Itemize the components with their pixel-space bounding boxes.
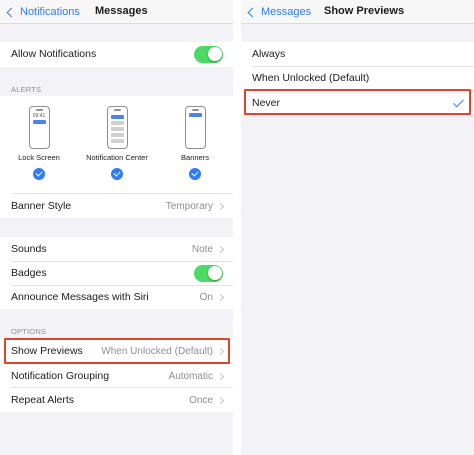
show-previews-value: When Unlocked (Default) [101,345,213,357]
lock-screen-time: 09:41 [32,113,46,119]
back-button-notifications[interactable]: Notifications [6,4,80,20]
notification-grouping-label: Notification Grouping [11,370,110,382]
badges-label: Badges [11,267,47,279]
alerts-header: ALERTS [11,85,42,94]
allow-notifications-row: Allow Notifications [0,42,233,66]
chevron-right-icon [216,245,225,253]
allow-notifications-group: Allow Notifications [0,42,233,67]
chevron-left-icon [6,7,17,17]
page-title: Show Previews [324,5,405,17]
allow-notifications-toggle[interactable] [194,45,223,63]
option-when-unlocked-row[interactable]: When Unlocked (Default) [241,66,474,90]
show-previews-row[interactable]: Show Previews When Unlocked (Default) [0,339,233,363]
preview-options-group: Always When Unlocked (Default) Never [241,42,474,115]
option-label: When Unlocked (Default) [252,72,370,84]
alerts-group: 09:41 Lock Screen Notification Center Ba… [0,96,233,218]
lock-screen-checkmark-icon[interactable] [33,168,45,180]
options-header: OPTIONS [11,327,47,336]
chevron-right-icon [216,396,225,404]
banner-style-label: Banner Style [11,200,72,212]
options-group: Show Previews When Unlocked (Default) No… [0,339,233,412]
nav-bar: Messages Show Previews [241,0,474,24]
allow-notifications-label: Allow Notifications [11,48,97,60]
notification-grouping-value: Automatic [168,370,213,382]
option-label: Never [252,97,281,109]
sounds-badges-group: Sounds Note Badges Announce Messages wit… [0,237,233,309]
messages-settings-panel: Notifications Messages Allow Notificatio… [0,0,233,455]
nav-bar: Notifications Messages [0,0,233,24]
banner-style-row[interactable]: Banner Style Temporary [0,194,233,218]
chevron-right-icon [216,372,225,380]
badges-toggle[interactable] [194,264,223,282]
notification-center-phone-icon [106,106,128,149]
chevron-right-icon [216,347,225,355]
alert-style-label: Notification Center [86,153,148,162]
option-always-row[interactable]: Always [241,42,474,66]
alert-style-banners[interactable]: Banners [160,106,230,180]
show-previews-label: Show Previews [11,345,83,357]
announce-messages-value: On [199,291,213,303]
chevron-left-icon [247,7,258,17]
lock-screen-phone-icon: 09:41 [28,106,50,149]
banners-phone-icon [184,106,206,149]
show-previews-panel: Messages Show Previews Always When Unloc… [241,0,474,455]
notification-grouping-row[interactable]: Notification Grouping Automatic [0,364,233,388]
banner-style-value: Temporary [165,200,213,212]
repeat-alerts-row[interactable]: Repeat Alerts Once [0,388,233,412]
sounds-label: Sounds [11,243,47,255]
chevron-right-icon [216,202,225,210]
alert-style-lock-screen[interactable]: 09:41 Lock Screen [4,106,74,180]
option-label: Always [252,48,286,60]
back-button-messages[interactable]: Messages [247,4,311,20]
repeat-alerts-value: Once [189,394,213,406]
alert-style-notification-center[interactable]: Notification Center [82,106,152,180]
badges-row: Badges [0,261,233,285]
option-never-row[interactable]: Never [241,91,474,115]
page-title: Messages [95,5,148,17]
alert-style-label: Lock Screen [18,153,60,162]
repeat-alerts-label: Repeat Alerts [11,394,75,406]
announce-messages-label: Announce Messages with Siri [11,291,149,303]
sounds-row[interactable]: Sounds Note [0,237,233,261]
banners-checkmark-icon[interactable] [189,168,201,180]
notification-center-checkmark-icon[interactable] [111,168,123,180]
back-label: Notifications [20,6,80,18]
chevron-right-icon [216,293,225,301]
back-label: Messages [261,6,312,18]
sounds-value: Note [191,243,213,255]
alert-style-label: Banners [181,153,209,162]
announce-messages-row[interactable]: Announce Messages with Siri On [0,285,233,309]
